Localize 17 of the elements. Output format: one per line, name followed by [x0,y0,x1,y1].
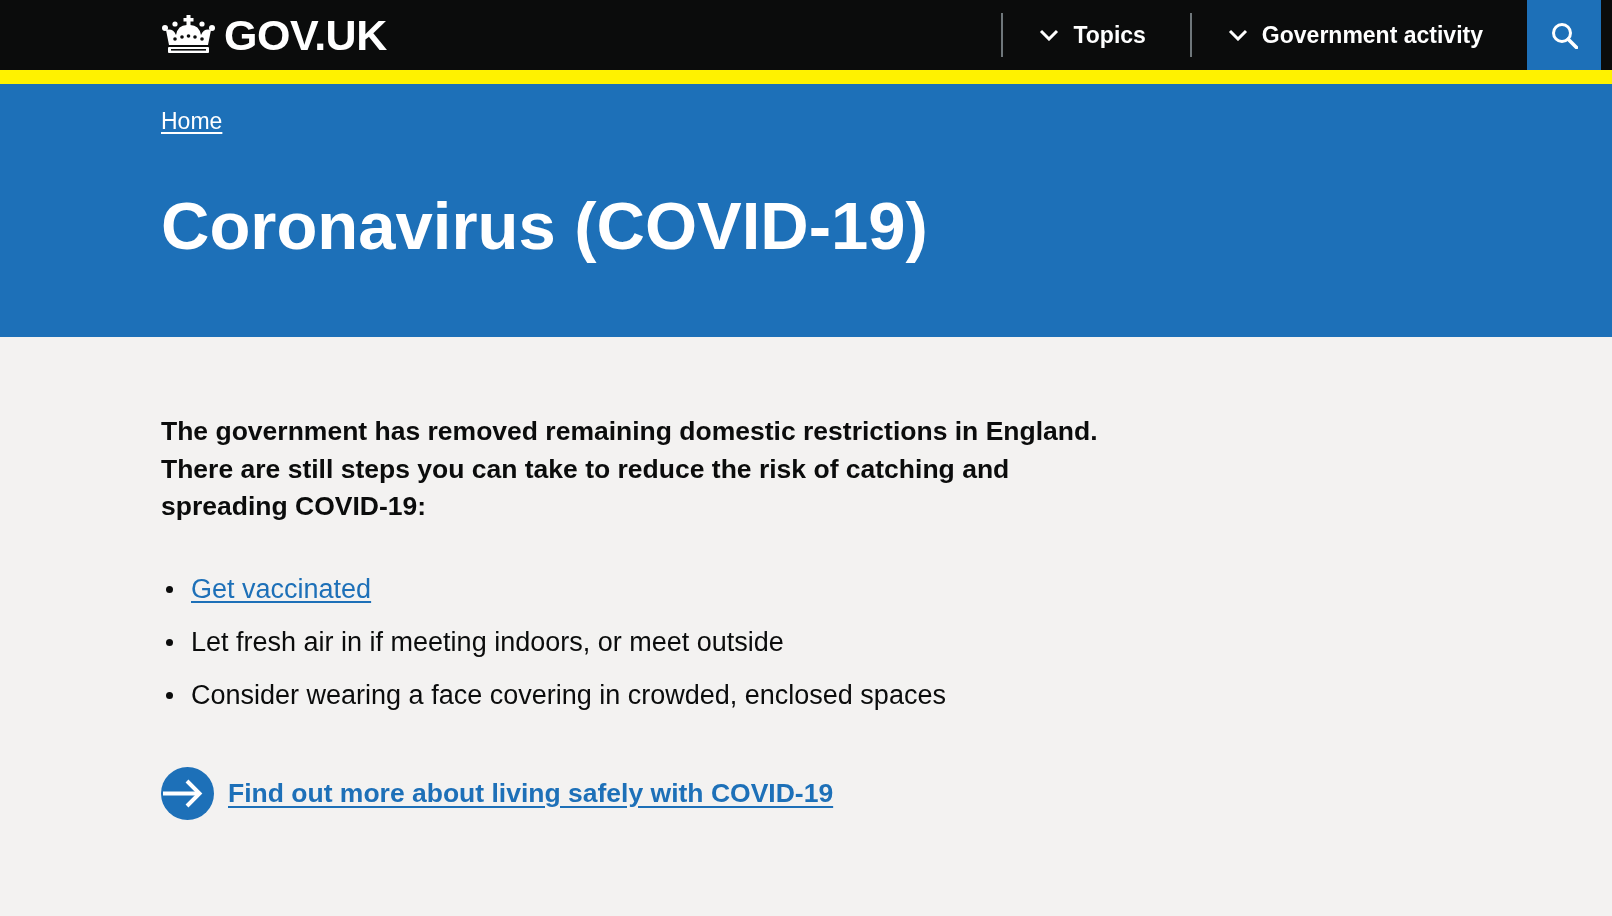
page-title: Coronavirus (COVID-19) [161,188,928,264]
bullet-icon [166,692,173,699]
logo-link[interactable]: GOV.UK [161,10,387,60]
intro-paragraph: The government has removed remaining domestic restrictions in England. There are still steps you can take to reduce the risk of catching and spreading COVID-19: [161,415,1099,523]
step-link[interactable]: Get vaccinated [191,574,372,605]
crown-icon [161,15,216,55]
more-info-link[interactable]: Find out more about living safely with COVID-19 [228,777,834,809]
step-text: Consider wearing a face covering in crowded, enclosed spaces [191,680,946,711]
bullet-icon [166,586,173,593]
nav-menu-button[interactable]: Topics [1003,0,1190,70]
step-text: Let fresh air in if meeting indoors, or meet outside [191,627,784,658]
nav-menu-button[interactable]: Government activity [1191,0,1527,70]
search-button[interactable] [1527,0,1601,70]
breadcrumb-link[interactable]: Home [161,106,223,136]
bullet-icon [166,639,173,646]
arrow-circle-icon[interactable] [161,766,214,820]
search-icon [1550,21,1578,49]
